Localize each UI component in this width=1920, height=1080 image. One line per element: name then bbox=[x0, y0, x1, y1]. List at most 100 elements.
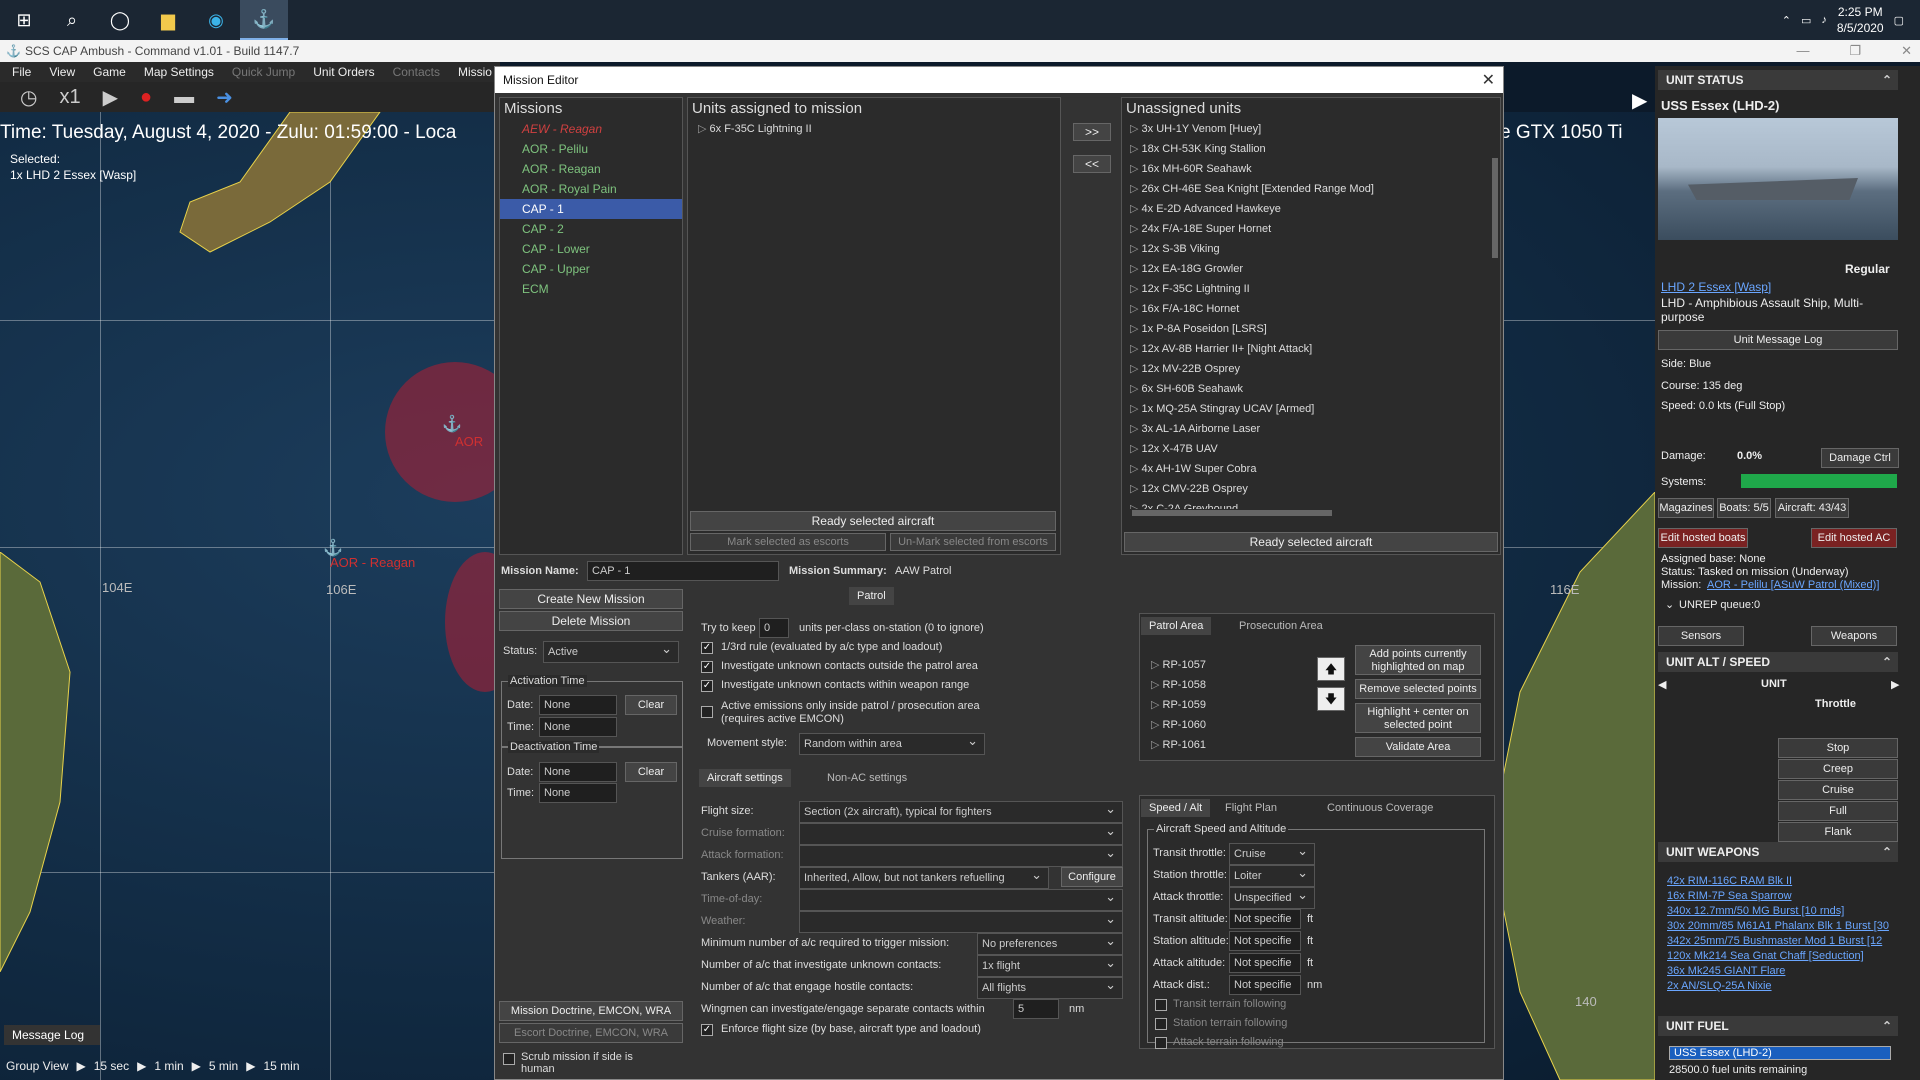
unassigned-unit-item[interactable]: 18x CH-53K King Stallion bbox=[1126, 139, 1500, 159]
unassigned-unit-item[interactable]: 12x AV-8B Harrier II+ [Night Attack] bbox=[1126, 339, 1500, 359]
throttle-stop-button[interactable]: Stop bbox=[1778, 738, 1898, 758]
min-ac-dropdown[interactable]: No preferences bbox=[977, 933, 1123, 955]
unassigned-scrollbar[interactable] bbox=[1492, 158, 1498, 258]
network-icon[interactable]: ▭ bbox=[1801, 14, 1811, 27]
close-window-icon[interactable]: ✕ bbox=[1901, 40, 1912, 62]
arrow-up-icon[interactable]: 🡅 bbox=[1317, 657, 1345, 681]
investigate-outside-checkbox[interactable]: ✓ bbox=[701, 661, 713, 673]
file-explorer-icon[interactable]: ▆ bbox=[144, 0, 192, 40]
cruise-formation-dropdown[interactable] bbox=[799, 823, 1123, 845]
mission-list-item[interactable]: AOR - Royal Pain bbox=[500, 179, 682, 199]
volume-icon[interactable]: ♪ bbox=[1821, 14, 1827, 26]
play-icon[interactable]: ▶ bbox=[76, 1059, 85, 1073]
highlight-center-button[interactable]: Highlight + center on selected point bbox=[1355, 703, 1481, 733]
edit-hosted-boats-button[interactable]: Edit hosted boats bbox=[1658, 528, 1748, 548]
time-compression[interactable]: x1 bbox=[59, 86, 80, 109]
mark-escorts-button[interactable]: Mark selected as escorts bbox=[690, 533, 886, 551]
assign-button[interactable]: >> bbox=[1073, 123, 1111, 141]
station-throttle-dropdown[interactable]: Loiter bbox=[1229, 865, 1315, 887]
tab-non-ac-settings[interactable]: Non-AC settings bbox=[819, 769, 915, 787]
unassigned-unit-item[interactable]: 3x AL-1A Airborne Laser bbox=[1126, 419, 1500, 439]
unit-status-header[interactable]: UNIT STATUS bbox=[1658, 70, 1898, 90]
status-dropdown[interactable]: Active bbox=[543, 641, 679, 663]
escort-doctrine-button[interactable]: Escort Doctrine, EMCON, WRA bbox=[499, 1023, 683, 1043]
unassigned-unit-item[interactable]: 12x MV-22B Osprey bbox=[1126, 359, 1500, 379]
arrow-down-icon[interactable]: 🡇 bbox=[1317, 687, 1345, 711]
deactivation-date-input[interactable]: None bbox=[539, 762, 617, 782]
weapon-item[interactable]: 120x Mk214 Sea Gnat Chaff [Seduction] bbox=[1667, 949, 1889, 964]
right-arrow-icon[interactable]: ▶ bbox=[1891, 678, 1899, 691]
validate-area-button[interactable]: Validate Area bbox=[1355, 737, 1481, 757]
reference-point-item[interactable]: RP-1059 bbox=[1143, 695, 1293, 715]
deactivation-time-input[interactable]: None bbox=[539, 783, 617, 803]
time-of-day-dropdown[interactable] bbox=[799, 889, 1123, 911]
mission-list-item[interactable]: AOR - Pelilu bbox=[500, 139, 682, 159]
menu-map-settings[interactable]: Map Settings bbox=[144, 65, 214, 79]
cortana-icon[interactable]: ◯ bbox=[96, 0, 144, 40]
assigned-unit-item[interactable]: 6x F-35C Lightning II bbox=[694, 119, 1060, 139]
aircraft-button[interactable]: Aircraft: 43/43 bbox=[1775, 498, 1849, 518]
play-icon[interactable]: ▶ bbox=[137, 1059, 146, 1073]
weapon-item[interactable]: 342x 25mm/75 Bushmaster Mod 1 Burst [12 bbox=[1667, 934, 1889, 949]
command-app-icon[interactable]: ⚓ bbox=[240, 0, 288, 40]
unit-marker-icon[interactable]: ⚓ bbox=[442, 414, 462, 434]
unassigned-unit-item[interactable]: 24x F/A-18E Super Hornet bbox=[1126, 219, 1500, 239]
notification-icon[interactable]: ▢ bbox=[1894, 14, 1904, 27]
throttle-creep-button[interactable]: Creep bbox=[1778, 759, 1898, 779]
close-icon[interactable]: ✕ bbox=[1482, 70, 1495, 90]
play-icon[interactable]: ▶ bbox=[246, 1059, 255, 1073]
magazines-button[interactable]: Magazines bbox=[1658, 498, 1714, 518]
damage-ctrl-button[interactable]: Damage Ctrl bbox=[1821, 448, 1899, 468]
attack-altitude-input[interactable]: Not specifie bbox=[1229, 953, 1301, 973]
unassigned-unit-item[interactable]: 16x MH-60R Seahawk bbox=[1126, 159, 1500, 179]
reference-point-item[interactable]: RP-1057 bbox=[1143, 655, 1293, 675]
search-icon[interactable]: ⌕ bbox=[48, 0, 96, 40]
chevron-down-icon[interactable]: ⌄ bbox=[1665, 598, 1674, 611]
enforce-flight-checkbox[interactable]: ✓ bbox=[701, 1024, 713, 1036]
step-5min[interactable]: 5 min bbox=[209, 1059, 238, 1073]
menu-file[interactable]: File bbox=[12, 65, 31, 79]
group-view-label[interactable]: Group View bbox=[6, 1059, 68, 1073]
delete-mission-button[interactable]: Delete Mission bbox=[499, 611, 683, 631]
mission-list-item[interactable]: CAP - Upper bbox=[500, 259, 682, 279]
alt-speed-header[interactable]: UNIT ALT / SPEED bbox=[1658, 652, 1898, 672]
mission-link[interactable]: AOR - Pelilu [ASuW Patrol (Mixed)] bbox=[1707, 579, 1879, 591]
tab-continuous-coverage[interactable]: Continuous Coverage bbox=[1319, 799, 1441, 817]
menu-missions[interactable]: Missio bbox=[458, 65, 492, 79]
chevron-up-icon[interactable]: ⌃ bbox=[1782, 14, 1791, 27]
menu-unit-orders[interactable]: Unit Orders bbox=[313, 65, 374, 79]
throttle-cruise-button[interactable]: Cruise bbox=[1778, 780, 1898, 800]
left-arrow-icon[interactable]: ◀ bbox=[1658, 678, 1666, 691]
menu-contacts[interactable]: Contacts bbox=[393, 65, 440, 79]
mission-list-item[interactable]: AOR - Reagan bbox=[500, 159, 682, 179]
unassigned-unit-item[interactable]: 26x CH-46E Sea Knight [Extended Range Mo… bbox=[1126, 179, 1500, 199]
ready-assigned-button[interactable]: Ready selected aircraft bbox=[690, 511, 1056, 531]
step-15sec[interactable]: 15 sec bbox=[94, 1059, 129, 1073]
attack-dist-input[interactable]: Not specifie bbox=[1229, 975, 1301, 995]
windows-start-icon[interactable]: ⊞ bbox=[0, 0, 48, 40]
edge-browser-icon[interactable]: ◉ bbox=[192, 0, 240, 40]
weapon-item[interactable]: 36x Mk245 GIANT Flare bbox=[1667, 964, 1889, 979]
minimize-icon[interactable]: — bbox=[1796, 40, 1809, 62]
add-points-button[interactable]: Add points currently highlighted on map bbox=[1355, 645, 1481, 675]
menu-view[interactable]: View bbox=[49, 65, 75, 79]
unassigned-unit-item[interactable]: 12x X-47B UAV bbox=[1126, 439, 1500, 459]
deactivation-clear-button[interactable]: Clear bbox=[625, 762, 677, 782]
unmark-escorts-button[interactable]: Un-Mark selected from escorts bbox=[890, 533, 1056, 551]
unit-arrow-icon[interactable]: ➜ bbox=[216, 85, 233, 110]
station-terrain-checkbox[interactable] bbox=[1155, 1018, 1167, 1030]
tab-flight-plan[interactable]: Flight Plan bbox=[1217, 799, 1285, 817]
boats-button[interactable]: Boats: 5/5 bbox=[1717, 498, 1771, 518]
step-15min[interactable]: 15 min bbox=[263, 1059, 299, 1073]
weather-dropdown[interactable] bbox=[799, 911, 1123, 933]
tab-prosecution-area[interactable]: Prosecution Area bbox=[1231, 617, 1331, 635]
unassigned-hscrollbar[interactable] bbox=[1132, 510, 1332, 516]
reference-point-item[interactable]: RP-1058 bbox=[1143, 675, 1293, 695]
wingmen-input[interactable]: 5 bbox=[1013, 999, 1059, 1019]
attack-terrain-checkbox[interactable] bbox=[1155, 1037, 1167, 1049]
attack-formation-dropdown[interactable] bbox=[799, 845, 1123, 867]
throttle-full-button[interactable]: Full bbox=[1778, 801, 1898, 821]
activation-time-input[interactable]: None bbox=[539, 717, 617, 737]
unassigned-unit-item[interactable]: 3x UH-1Y Venom [Huey] bbox=[1126, 119, 1500, 139]
mission-name-input[interactable]: CAP - 1 bbox=[587, 561, 779, 581]
